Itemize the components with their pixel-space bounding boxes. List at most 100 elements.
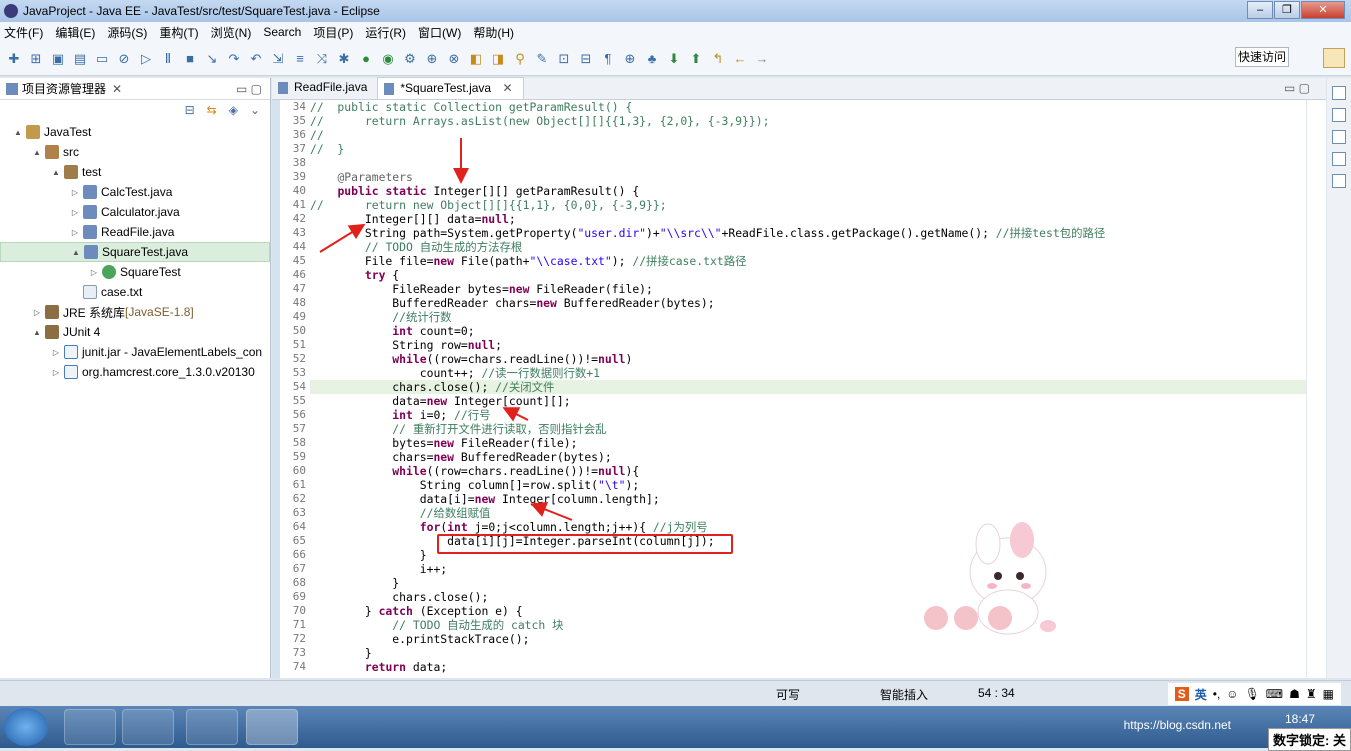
console-view-icon[interactable]	[1332, 174, 1346, 188]
last-edit-icon[interactable]: ↰	[710, 51, 726, 67]
terminate-icon[interactable]: ■	[182, 51, 198, 67]
show-whitespace-icon[interactable]: ¶	[600, 51, 616, 67]
forward-icon[interactable]: →	[754, 51, 770, 67]
open-type-icon[interactable]: ◧	[468, 51, 484, 67]
tree-item[interactable]: ▷ org.hamcrest.core_1.3.0.v20130	[0, 362, 270, 382]
code-line[interactable]: bytes=new FileReader(file);	[310, 436, 1310, 450]
code-line[interactable]: // TODO 自动生成的方法存根	[310, 240, 1310, 254]
explorer-folder-icon[interactable]	[122, 709, 174, 745]
code-line[interactable]: int i=0; //行号	[310, 408, 1310, 422]
code-line[interactable]: data[i]=new Integer[column.length];	[310, 492, 1310, 506]
code-line[interactable]: for(int j=0;j<column.length;j++){ //j为列号	[310, 520, 1310, 534]
tree-expand-icon[interactable]: ▷	[88, 268, 100, 277]
menu-project[interactable]: 项目(P)	[313, 24, 353, 41]
code-line[interactable]: // }	[310, 142, 1310, 156]
new-server-icon[interactable]: ⊗	[446, 51, 462, 67]
code-line[interactable]: Integer[][] data=null;	[310, 212, 1310, 226]
tree-item[interactable]: ▲ test	[0, 162, 270, 182]
menu-edit[interactable]: 编辑(E)	[55, 24, 95, 41]
code-line[interactable]	[310, 156, 1310, 170]
editor-min-max-icon[interactable]: ▭ ▢	[1284, 81, 1310, 95]
step-over-icon[interactable]: ↷	[226, 51, 242, 67]
explorer-close-icon[interactable]: ✕	[112, 82, 122, 96]
tree-expand-icon[interactable]: ▷	[69, 188, 81, 197]
next-annotation-icon[interactable]: ⬇	[666, 51, 682, 67]
open-task-icon[interactable]: ◨	[490, 51, 506, 67]
code-line[interactable]: count++; //读一行数据则行数+1	[310, 366, 1310, 380]
tree-item[interactable]: ▷ junit.jar - JavaElementLabels_con	[0, 342, 270, 362]
tree-item[interactable]: ▲ SquareTest.java	[0, 242, 270, 262]
tree-expand-icon[interactable]: ▷	[69, 208, 81, 217]
globe-icon[interactable]: ⊕	[424, 51, 440, 67]
annotation-icon[interactable]: ✎	[534, 51, 550, 67]
code-line[interactable]: } catch (Exception e) {	[310, 604, 1310, 618]
step-return-icon[interactable]: ↶	[248, 51, 264, 67]
explorer-min-max-icon[interactable]: ▭ ▢	[236, 82, 262, 96]
start-button[interactable]	[4, 708, 48, 746]
code-line[interactable]: int count=0;	[310, 324, 1310, 338]
code-line[interactable]: e.printStackTrace();	[310, 632, 1310, 646]
code-line[interactable]: // 重新打开文件进行读取，否则指针会乱	[310, 422, 1310, 436]
external-tools-icon[interactable]: ⚙	[402, 51, 418, 67]
view-menu-icon[interactable]: ⌄	[250, 103, 260, 117]
menu-run[interactable]: 运行(R)	[365, 24, 406, 41]
code-line[interactable]: data=new Integer[count][];	[310, 394, 1310, 408]
eclipse-taskbar-icon[interactable]	[246, 709, 298, 745]
tree-item[interactable]: ▲ JavaTest	[0, 122, 270, 142]
tab-close-icon[interactable]: ✕	[502, 81, 512, 95]
previous-annotation-icon[interactable]: ⬆	[688, 51, 704, 67]
code-line[interactable]: while((row=chars.readLine())!=null)	[310, 352, 1310, 366]
code-line[interactable]: // public static Collection getParamResu…	[310, 100, 1310, 114]
code-line[interactable]: try {	[310, 268, 1310, 282]
toggle-mark-icon[interactable]: ⊡	[556, 51, 572, 67]
code-line[interactable]: }	[310, 646, 1310, 660]
menu-search[interactable]: Search	[263, 25, 301, 39]
menu-refactor[interactable]: 重构(T)	[159, 24, 198, 41]
tree-expand-icon[interactable]: ▲	[50, 168, 62, 177]
minimize-button[interactable]: ‒	[1247, 1, 1273, 19]
search-icon[interactable]: ⚲	[512, 51, 528, 67]
code-line[interactable]: public static Integer[][] getParamResult…	[310, 184, 1310, 198]
tree-expand-icon[interactable]: ▲	[70, 248, 82, 257]
suspend-icon[interactable]: Ⅱ	[160, 51, 176, 67]
refactor-icon[interactable]: ⤨	[314, 51, 330, 67]
code-line[interactable]: //	[310, 128, 1310, 142]
web-browser-icon[interactable]: ⊕	[622, 51, 638, 67]
maximize-button[interactable]: ❐	[1274, 1, 1300, 19]
code-line[interactable]: @Parameters	[310, 170, 1310, 184]
editor-overview-ruler[interactable]	[1306, 100, 1324, 678]
resume-icon[interactable]: ▷	[138, 51, 154, 67]
tree-item[interactable]: ▷ SquareTest	[0, 262, 270, 282]
tab-readfile[interactable]: ReadFile.java	[272, 77, 377, 99]
save-all-icon[interactable]: ▤	[72, 51, 88, 67]
punctuation-icon[interactable]: •,	[1213, 687, 1221, 701]
tree-expand-icon[interactable]: ▷	[31, 308, 43, 317]
code-line[interactable]: String column[]=row.split("\t");	[310, 478, 1310, 492]
print-icon[interactable]: ▭	[94, 51, 110, 67]
skin-icon[interactable]: ♜	[1306, 687, 1317, 701]
tree-expand-icon[interactable]: ▲	[12, 128, 24, 137]
tree-expand-icon[interactable]: ▷	[50, 368, 62, 377]
save-icon[interactable]: ▣	[50, 51, 66, 67]
code-line[interactable]: chars=new BufferedReader(bytes);	[310, 450, 1310, 464]
tree-item[interactable]: ▷ ReadFile.java	[0, 222, 270, 242]
code-line[interactable]: String path=System.getProperty("user.dir…	[310, 226, 1310, 240]
quick-access-field[interactable]: 快速访问	[1235, 47, 1289, 67]
code-line[interactable]: return data;	[310, 660, 1310, 674]
link-editor-icon[interactable]: ⇆	[207, 103, 217, 117]
team-icon[interactable]: ♣	[644, 51, 660, 67]
tree-item[interactable]: ▷ JRE 系统库 [JavaSE-1.8]	[0, 302, 270, 322]
tree-item[interactable]: ▷ CalcTest.java	[0, 182, 270, 202]
toggle-view-icon[interactable]: ≡	[292, 51, 308, 67]
restore-icon[interactable]	[1332, 86, 1346, 100]
code-line[interactable]: // return Arrays.asList(new Object[][]{{…	[310, 114, 1310, 128]
tree-expand-icon[interactable]: ▷	[69, 228, 81, 237]
code-line[interactable]: FileReader bytes=new FileReader(file);	[310, 282, 1310, 296]
new-package-icon[interactable]: ⊞	[28, 51, 44, 67]
keyboard-icon[interactable]: ⌨	[1266, 687, 1283, 701]
code-line[interactable]: chars.close();	[310, 590, 1310, 604]
code-line[interactable]: while((row=chars.readLine())!=null){	[310, 464, 1310, 478]
menu-source[interactable]: 源码(S)	[107, 24, 147, 41]
code-area[interactable]: // public static Collection getParamResu…	[310, 100, 1310, 674]
ime-language[interactable]: 英	[1195, 686, 1207, 703]
